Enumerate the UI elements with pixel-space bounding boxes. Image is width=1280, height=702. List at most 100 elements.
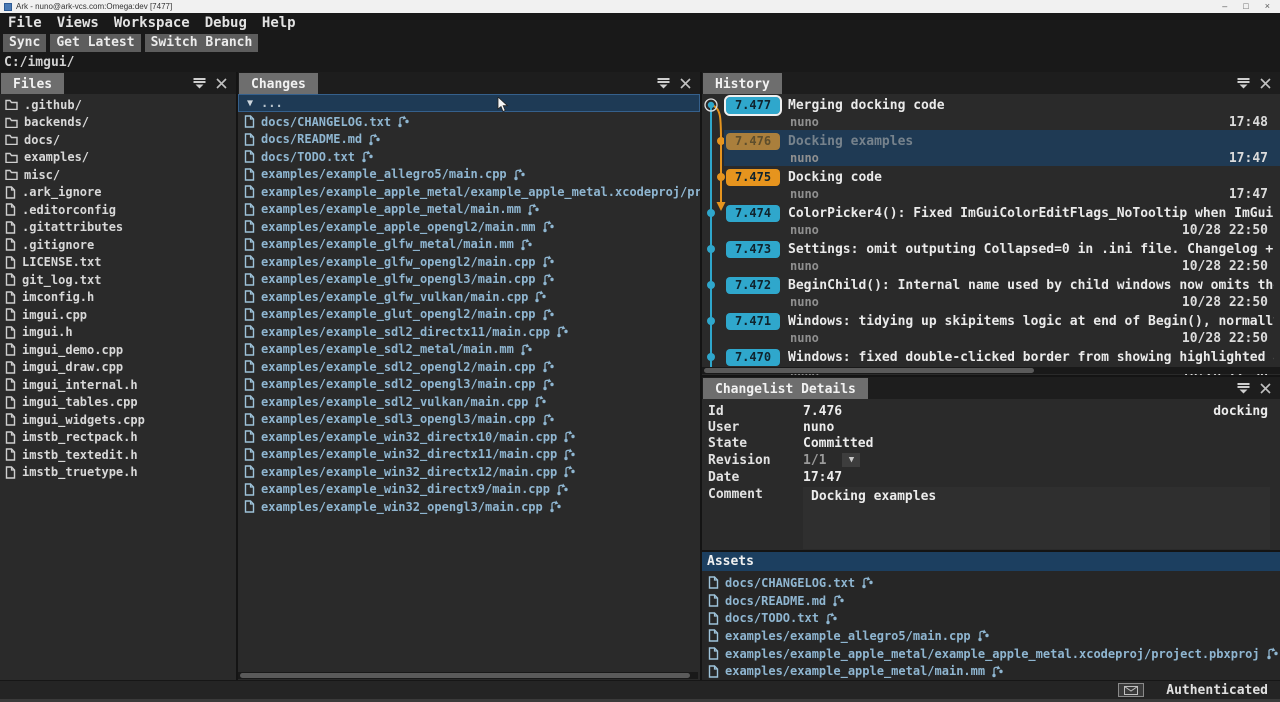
file-tree-item[interactable]: imgui_tables.cpp	[0, 394, 236, 412]
history-entry[interactable]: 7.473 Settings: omit outputing Collapsed…	[724, 238, 1280, 274]
file-tree-item[interactable]: imgui_internal.h	[0, 376, 236, 394]
file-tree-item[interactable]: LICENSE.txt	[0, 254, 236, 272]
changelist-badge[interactable]: 7.475	[726, 169, 780, 186]
minimize-button[interactable]: –	[1222, 0, 1227, 13]
changed-file-row[interactable]: examples/example_glfw_metal/main.mm	[238, 236, 700, 254]
file-tree-item[interactable]: docs/	[0, 131, 236, 149]
changed-file-row[interactable]: examples/example_allegro5/main.cpp	[238, 166, 700, 184]
file-tree-item[interactable]: .editorconfig	[0, 201, 236, 219]
file-tree-item[interactable]: backends/	[0, 114, 236, 132]
changed-file-row[interactable]: examples/example_win32_directx9/main.cpp	[238, 481, 700, 499]
filter-icon[interactable]	[1236, 382, 1250, 394]
changed-file-row[interactable]: examples/example_win32_directx12/main.cp…	[238, 463, 700, 481]
tab-files[interactable]: Files	[1, 73, 64, 94]
changed-file-row[interactable]: examples/example_glfw_vulkan/main.cpp	[238, 288, 700, 306]
changed-file-row[interactable]: examples/example_win32_opengl3/main.cpp	[238, 498, 700, 516]
changed-file-row[interactable]: examples/example_glut_opengl2/main.cpp	[238, 306, 700, 324]
file-tree-item[interactable]: .ark_ignore	[0, 184, 236, 202]
tab-changes[interactable]: Changes	[239, 73, 318, 94]
asset-file-row[interactable]: docs/CHANGELOG.txt	[702, 574, 1280, 592]
file-tree-item[interactable]: .gitignore	[0, 236, 236, 254]
changelist-badge[interactable]: 7.476	[726, 133, 780, 150]
file-tree-item[interactable]: misc/	[0, 166, 236, 184]
changed-file-row[interactable]: examples/example_apple_metal/main.mm	[238, 201, 700, 219]
tab-history[interactable]: History	[703, 73, 782, 94]
history-entry[interactable]: 7.475 Docking code nuno 17:47	[724, 166, 1280, 202]
file-tree-item[interactable]: imgui_draw.cpp	[0, 359, 236, 377]
changes-hscrollbar[interactable]	[238, 672, 698, 679]
changed-file-row[interactable]: examples/example_glfw_opengl2/main.cpp	[238, 253, 700, 271]
toolbar-button[interactable]: Switch Branch	[145, 34, 259, 52]
changed-file-row[interactable]: examples/example_glfw_opengl3/main.cpp	[238, 271, 700, 289]
history-hscrollbar[interactable]	[702, 367, 1280, 374]
changed-file-row[interactable]: examples/example_sdl2_vulkan/main.cpp	[238, 393, 700, 411]
changelist-badge[interactable]: 7.472	[726, 277, 780, 294]
changelist-badge[interactable]: 7.473	[726, 241, 780, 258]
changed-file-row[interactable]: docs/CHANGELOG.txt	[238, 113, 700, 131]
changelist-badge[interactable]: 7.477	[726, 97, 780, 114]
changed-file-row[interactable]: examples/example_sdl2_opengl2/main.cpp	[238, 358, 700, 376]
tab-changelist-details[interactable]: Changelist Details	[703, 378, 868, 399]
file-tree-item[interactable]: imgui.h	[0, 324, 236, 342]
menu-item[interactable]: Views	[57, 15, 99, 31]
menu-item[interactable]: Help	[262, 15, 296, 31]
filter-icon[interactable]	[1236, 77, 1250, 89]
asset-file-row[interactable]: examples/example_allegro5/main.cpp	[702, 627, 1280, 645]
close-panel-icon[interactable]	[1258, 382, 1272, 394]
history-entry[interactable]: 7.472 BeginChild(): Internal name used b…	[724, 274, 1280, 310]
collapse-arrow-icon[interactable]: ▼	[247, 98, 253, 109]
history-entry[interactable]: 7.476 Docking examples nuno 17:47	[724, 130, 1280, 166]
changelist-badge[interactable]: 7.474	[726, 205, 780, 222]
changed-file-row[interactable]: examples/example_win32_directx10/main.cp…	[238, 428, 700, 446]
revision-dropdown[interactable]: ▼	[842, 453, 860, 467]
close-button[interactable]: ×	[1265, 0, 1270, 13]
changelist-badge[interactable]: 7.471	[726, 313, 780, 330]
changelist-badge[interactable]: 7.470	[726, 349, 780, 366]
file-tree-item[interactable]: .gitattributes	[0, 219, 236, 237]
changed-file-row[interactable]: examples/example_apple_opengl2/main.mm	[238, 218, 700, 236]
asset-file-row[interactable]: examples/example_apple_metal/main.mm	[702, 662, 1280, 680]
history-entry[interactable]: 7.477 Merging docking code nuno 17:48	[724, 94, 1280, 130]
asset-file-row[interactable]: docs/TODO.txt	[702, 609, 1280, 627]
filter-icon[interactable]	[192, 77, 206, 89]
file-name: LICENSE.txt	[22, 255, 101, 269]
changed-file-row[interactable]: examples/example_win32_directx11/main.cp…	[238, 446, 700, 464]
maximize-button[interactable]: □	[1243, 0, 1248, 13]
asset-file-row[interactable]: examples/example_apple_metal/example_app…	[702, 645, 1280, 663]
revision-label: Revision	[708, 453, 803, 468]
changed-file-row[interactable]: examples/example_sdl2_metal/main.mm	[238, 341, 700, 359]
toolbar-button[interactable]: Get Latest	[50, 34, 140, 52]
file-tree-item[interactable]: imconfig.h	[0, 289, 236, 307]
menu-item[interactable]: Workspace	[114, 15, 190, 31]
history-entry[interactable]: 7.474 ColorPicker4(): Fixed ImGuiColorEd…	[724, 202, 1280, 238]
file-icon	[244, 325, 255, 338]
filter-icon[interactable]	[656, 77, 670, 89]
file-tree-item[interactable]: imstb_truetype.h	[0, 464, 236, 482]
close-panel-icon[interactable]	[214, 77, 228, 89]
close-panel-icon[interactable]	[678, 77, 692, 89]
envelope-icon[interactable]	[1118, 683, 1144, 697]
file-tree-item[interactable]: imgui_widgets.cpp	[0, 411, 236, 429]
changed-file-row[interactable]: examples/example_sdl3_opengl3/main.cpp	[238, 411, 700, 429]
menu-item[interactable]: Debug	[205, 15, 247, 31]
comment-input[interactable]: Docking examples	[803, 487, 1270, 549]
file-tree-item[interactable]: examples/	[0, 149, 236, 167]
file-tree-item[interactable]: imstb_textedit.h	[0, 446, 236, 464]
file-tree-item[interactable]: git_log.txt	[0, 271, 236, 289]
asset-file-row[interactable]: docs/README.md	[702, 592, 1280, 610]
changed-file-path: examples/example_glfw_metal/main.mm	[261, 237, 514, 251]
changed-file-row[interactable]: examples/example_sdl2_directx11/main.cpp	[238, 323, 700, 341]
file-tree-item[interactable]: imstb_rectpack.h	[0, 429, 236, 447]
menu-item[interactable]: File	[8, 15, 42, 31]
file-tree-item[interactable]: imgui.cpp	[0, 306, 236, 324]
changed-file-row[interactable]: examples/example_apple_metal/example_app…	[238, 183, 700, 201]
changed-file-row[interactable]: docs/TODO.txt	[238, 148, 700, 166]
toolbar-button[interactable]: Sync	[3, 34, 46, 52]
file-tree-item[interactable]: imgui_demo.cpp	[0, 341, 236, 359]
changed-file-row[interactable]: examples/example_sdl2_opengl3/main.cpp	[238, 376, 700, 394]
changed-file-row[interactable]: docs/README.md	[238, 131, 700, 149]
file-tree-item[interactable]: .github/	[0, 96, 236, 114]
history-entry[interactable]: 7.471 Windows: tidying up skipitems logi…	[724, 310, 1280, 346]
changes-root-row[interactable]: ▼ ...	[238, 94, 700, 112]
close-panel-icon[interactable]	[1258, 77, 1272, 89]
